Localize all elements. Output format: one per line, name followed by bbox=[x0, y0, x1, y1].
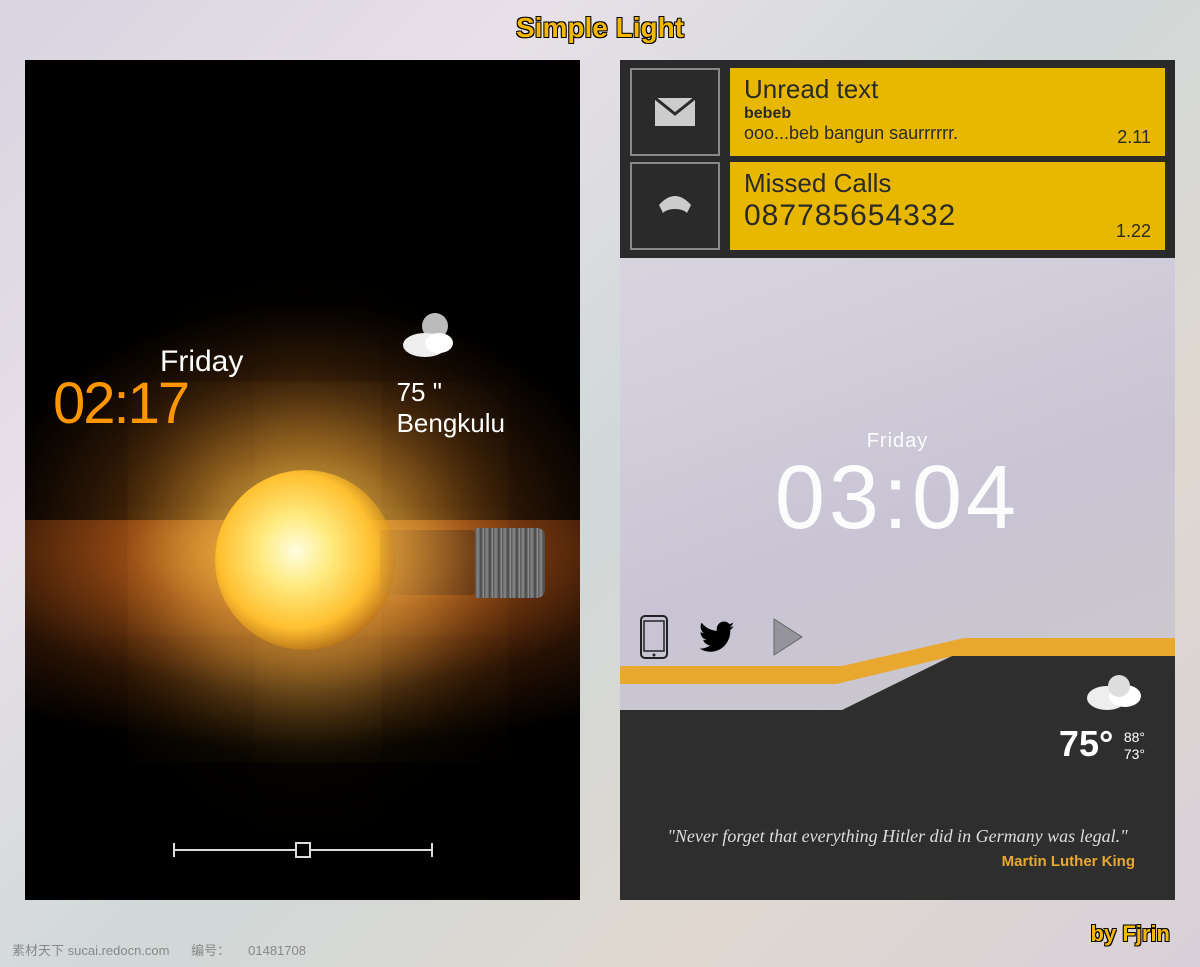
watermark: 素材天下 sucai.redocn.com 编号： 01481708 bbox=[12, 940, 324, 959]
temperature-left: 75 " bbox=[397, 377, 505, 408]
weather-widget-right[interactable]: 75° 88° 73° bbox=[1059, 668, 1145, 765]
author-credit: by Fjrin bbox=[1091, 921, 1170, 947]
moon-cloud-icon bbox=[397, 310, 505, 369]
phone-icon bbox=[630, 162, 720, 250]
unread-sender: bebeb bbox=[744, 105, 1151, 123]
quote-widget: "Never forget that everything Hitler did… bbox=[660, 826, 1135, 870]
phone-screen-left: Friday 02:17 75 " Bengkulu bbox=[25, 60, 580, 900]
slider-thumb[interactable] bbox=[295, 842, 311, 858]
unread-title: Unread text bbox=[744, 74, 1151, 105]
temperature-right: 75° bbox=[1059, 723, 1113, 764]
unread-time: 2.11 bbox=[1117, 127, 1151, 148]
unread-preview: ooo...beb bangun saurrrrrr. bbox=[744, 123, 1151, 144]
watermark-id-label: 编号： bbox=[191, 943, 230, 958]
watermark-id: 01481708 bbox=[248, 943, 306, 958]
notification-missed-calls[interactable]: Missed Calls 087785654332 1.22 bbox=[630, 162, 1165, 250]
wallpaper-lightbulb bbox=[25, 60, 580, 900]
page-title: Simple Light bbox=[516, 12, 684, 44]
quote-text: "Never forget that everything Hitler did… bbox=[660, 826, 1135, 847]
clock-widget-right: Friday 03:04 bbox=[775, 430, 1020, 543]
phone-app-icon[interactable] bbox=[640, 615, 668, 668]
missed-time: 1.22 bbox=[1116, 221, 1151, 242]
weather-widget-left[interactable]: 75 " Bengkulu bbox=[397, 310, 505, 439]
clock-left: 02:17 bbox=[53, 370, 188, 437]
quote-author: Martin Luther King bbox=[660, 853, 1135, 870]
mail-icon bbox=[630, 68, 720, 156]
temp-high: 88° bbox=[1124, 729, 1145, 746]
notification-unread-text[interactable]: Unread text bebeb ooo...beb bangun saurr… bbox=[630, 68, 1165, 156]
missed-number: 087785654332 bbox=[744, 199, 1151, 233]
clock-right: 03:04 bbox=[775, 453, 1020, 543]
notification-panel: Unread text bebeb ooo...beb bangun saurr… bbox=[620, 60, 1175, 258]
phone-screen-right: Unread text bebeb ooo...beb bangun saurr… bbox=[620, 60, 1175, 900]
unlock-slider[interactable] bbox=[173, 840, 433, 860]
location-left: Bengkulu bbox=[397, 408, 505, 439]
twitter-icon[interactable] bbox=[698, 619, 742, 664]
temp-low: 73° bbox=[1124, 746, 1145, 763]
missed-title: Missed Calls bbox=[744, 168, 1151, 199]
cloud-icon bbox=[1059, 668, 1145, 723]
play-store-icon[interactable] bbox=[772, 617, 810, 666]
watermark-site: 素材天下 sucai.redocn.com bbox=[12, 943, 170, 958]
